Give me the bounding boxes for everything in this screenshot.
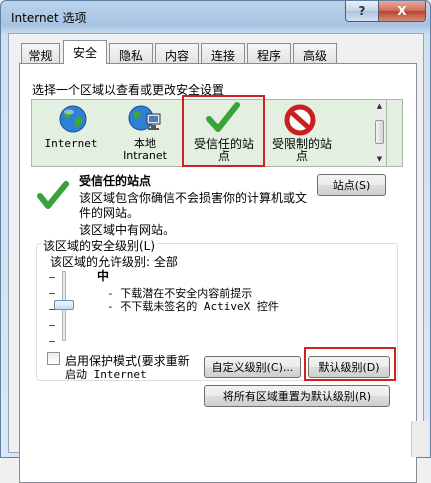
allowed-levels-label: 该区域的允许级别: 全部: [50, 255, 178, 269]
zone-description-line3: 该区域中有网站。: [79, 223, 176, 237]
zone-internet-label: Internet: [44, 137, 98, 150]
zone-description-line2: 件的网站。: [79, 206, 140, 220]
default-level-highlight-frame: [304, 347, 396, 381]
zone-local-intranet[interactable]: 本地 Intranet: [110, 100, 180, 168]
scroll-down-icon[interactable]: ▼: [373, 155, 386, 163]
trusted-zone-checkmark-icon: [37, 181, 69, 209]
tab-advanced[interactable]: 高级: [293, 43, 337, 63]
level-description-line2: - 不下载未签名的 ActiveX 控件: [107, 300, 279, 313]
zone-title: 受信任的站点: [79, 174, 152, 188]
title-bar: Internet 选项 ? X: [1, 1, 430, 33]
zone-list-scrollbar[interactable]: ▲ ▼: [373, 99, 387, 167]
reset-all-zones-button[interactable]: 将所有区域重置为默认级别(R): [204, 385, 390, 407]
tab-security[interactable]: 安全: [63, 40, 107, 64]
tab-programs[interactable]: 程序: [247, 43, 291, 63]
security-level-group-label: 该区域的安全级别(L): [41, 237, 158, 254]
zone-restricted-sites[interactable]: 受限制的站 点: [264, 100, 340, 168]
security-level-slider-thumb[interactable]: [54, 300, 74, 310]
local-intranet-icon: [128, 105, 161, 131]
page-scrollbar[interactable]: [411, 421, 429, 457]
slider-tick: [49, 293, 55, 294]
zone-list-scroll-thumb[interactable]: [375, 120, 384, 144]
tab-content[interactable]: 内容: [155, 43, 199, 63]
trusted-sites-highlight-frame: [182, 95, 265, 167]
zone-local-intranet-label: 本地 Intranet: [123, 137, 167, 162]
slider-tick: [49, 277, 55, 278]
tab-general[interactable]: 常规: [21, 43, 60, 63]
close-button[interactable]: X: [378, 1, 426, 22]
restricted-icon: [284, 104, 316, 136]
security-level-name: 中: [97, 269, 110, 283]
help-button[interactable]: ?: [345, 1, 379, 22]
tab-connections[interactable]: 连接: [201, 43, 245, 63]
zone-internet[interactable]: Internet: [36, 100, 106, 168]
zone-restricted-sites-label: 受限制的站 点: [271, 137, 332, 163]
slider-tick: [49, 325, 55, 326]
slider-tick: [49, 341, 55, 342]
custom-level-button[interactable]: 自定义级别(C)...: [204, 356, 301, 378]
protected-mode-checkbox[interactable]: [47, 352, 60, 365]
sites-button[interactable]: 站点(S): [317, 174, 386, 196]
window-title: Internet 选项: [11, 11, 87, 25]
tab-privacy[interactable]: 隐私: [109, 43, 153, 63]
protected-mode-label-line2: 启动 Internet: [65, 368, 147, 381]
scroll-up-icon[interactable]: ▲: [373, 102, 386, 110]
internet-options-dialog: Internet 选项 ? X 常规 安全 隐私 内容 连接 程序 高级 选择一…: [0, 0, 431, 483]
globe-icon: [59, 105, 87, 133]
